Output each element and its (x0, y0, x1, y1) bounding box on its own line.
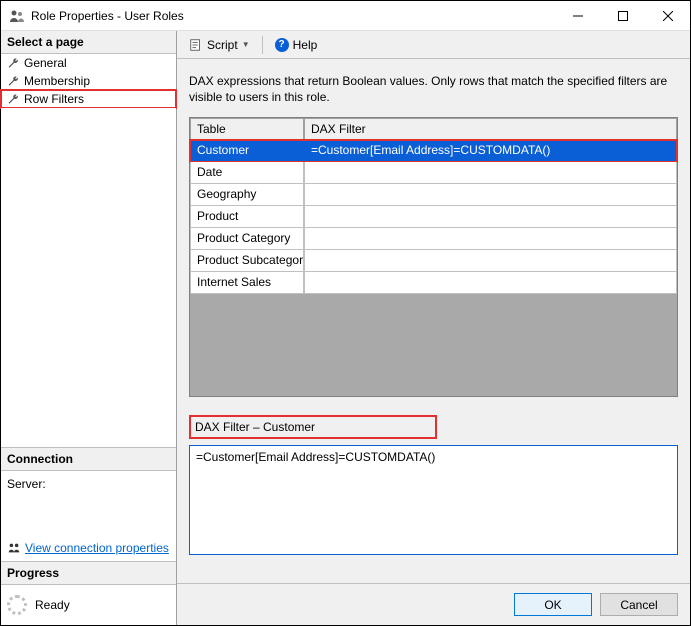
description-text: DAX expressions that return Boolean valu… (189, 73, 678, 105)
close-button[interactable] (645, 1, 690, 30)
server-label: Server: (7, 477, 46, 491)
chevron-down-icon: ▼ (242, 40, 250, 49)
cell-table: Product Category (190, 228, 304, 250)
toolbar: Script ▼ ? Help (177, 31, 690, 59)
cancel-button[interactable]: Cancel (600, 593, 678, 616)
select-page-header: Select a page (1, 31, 176, 54)
toolbar-separator (262, 36, 263, 54)
table-row[interactable]: Product (190, 206, 677, 228)
cell-filter (304, 206, 677, 228)
role-properties-window: Role Properties - User Roles Select a pa… (0, 0, 691, 626)
wrench-icon (7, 75, 20, 88)
cell-table: Product Subcategory (190, 250, 304, 272)
page-item-row-filters[interactable]: Row Filters (1, 90, 176, 108)
wrench-icon (7, 93, 20, 106)
connection-icon (7, 541, 21, 555)
minimize-button[interactable] (555, 1, 600, 30)
cell-table: Customer (190, 140, 304, 162)
maximize-button[interactable] (600, 1, 645, 30)
users-icon (9, 8, 25, 24)
cell-filter (304, 272, 677, 294)
cell-filter (304, 228, 677, 250)
view-connection-properties-link[interactable]: View connection properties (7, 541, 170, 555)
cell-table: Product (190, 206, 304, 228)
main-panel: Script ▼ ? Help DAX expressions that ret… (177, 31, 690, 625)
dax-filter-editor-label: DAX Filter – Customer (189, 415, 437, 439)
cell-table: Date (190, 162, 304, 184)
help-button[interactable]: ? Help (271, 36, 322, 54)
page-item-general[interactable]: General (1, 54, 176, 72)
progress-header: Progress (1, 562, 176, 585)
column-header-dax-filter[interactable]: DAX Filter (304, 118, 677, 140)
help-icon: ? (275, 38, 289, 52)
wrench-icon (7, 57, 20, 70)
page-label: Row Filters (24, 92, 84, 106)
progress-status: Ready (35, 598, 70, 612)
cell-filter (304, 162, 677, 184)
table-row[interactable]: Customer =Customer[Email Address]=CUSTOM… (190, 140, 677, 162)
script-button[interactable]: Script ▼ (185, 36, 254, 54)
help-label: Help (293, 38, 318, 52)
cell-filter: =Customer[Email Address]=CUSTOMDATA() (304, 140, 677, 162)
table-row[interactable]: Product Subcategory (190, 250, 677, 272)
progress-spinner-icon (7, 595, 27, 615)
script-icon (189, 38, 203, 52)
page-item-membership[interactable]: Membership (1, 72, 176, 90)
page-label: General (24, 56, 67, 70)
dax-filter-editor-value: =Customer[Email Address]=CUSTOMDATA() (196, 450, 435, 464)
cell-filter (304, 250, 677, 272)
cell-filter (304, 184, 677, 206)
page-label: Membership (24, 74, 90, 88)
filters-grid[interactable]: Table DAX Filter Customer =Customer[Emai… (189, 117, 678, 397)
link-text: View connection properties (25, 541, 169, 555)
ok-button[interactable]: OK (514, 593, 592, 616)
cell-table: Geography (190, 184, 304, 206)
column-header-table[interactable]: Table (190, 118, 304, 140)
table-row[interactable]: Geography (190, 184, 677, 206)
dialog-footer: OK Cancel (177, 583, 690, 625)
window-title: Role Properties - User Roles (31, 9, 555, 23)
sidebar: Select a page General Membership Row Fil… (1, 31, 177, 625)
table-row[interactable]: Date (190, 162, 677, 184)
cell-table: Internet Sales (190, 272, 304, 294)
connection-header: Connection (1, 448, 176, 471)
script-label: Script (207, 38, 238, 52)
titlebar: Role Properties - User Roles (1, 1, 690, 31)
dax-filter-editor[interactable]: =Customer[Email Address]=CUSTOMDATA() (189, 445, 678, 555)
table-row[interactable]: Internet Sales (190, 272, 677, 294)
table-row[interactable]: Product Category (190, 228, 677, 250)
